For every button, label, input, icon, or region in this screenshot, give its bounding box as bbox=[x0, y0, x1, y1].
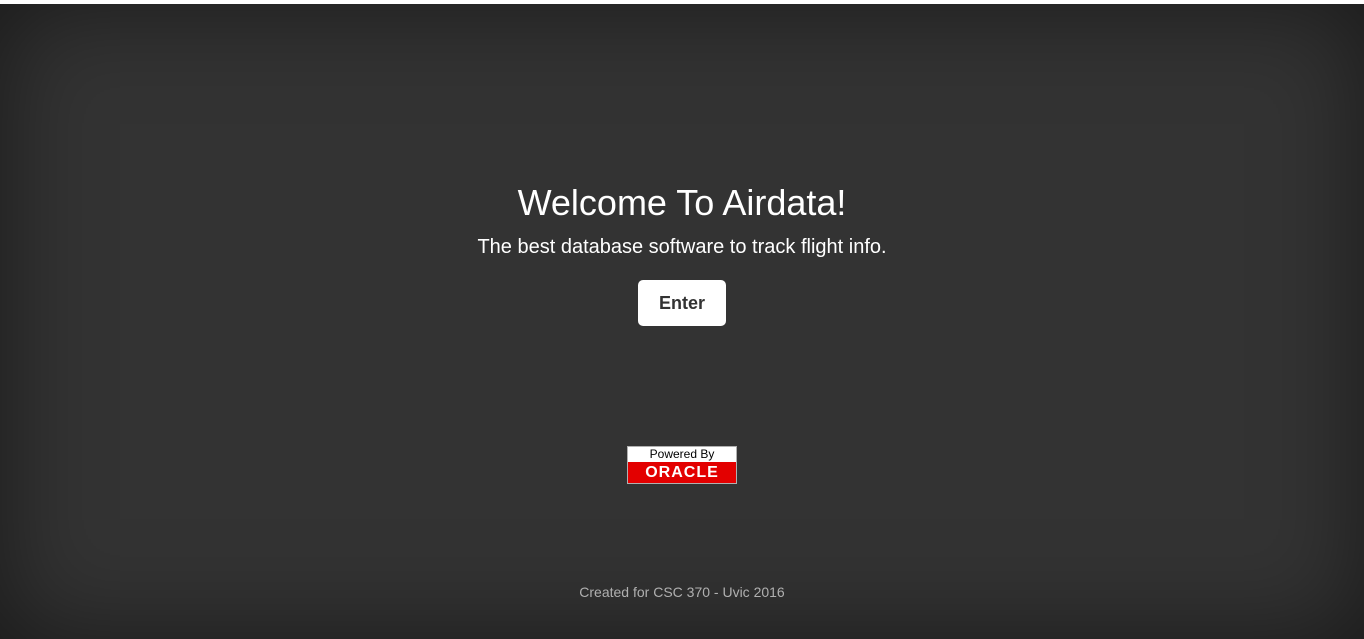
powered-by-oracle-badge: Powered By ORACLE bbox=[627, 446, 737, 484]
footer-credit: Created for CSC 370 - Uvic 2016 bbox=[579, 584, 785, 600]
page-title: Welcome To Airdata! bbox=[517, 182, 847, 223]
landing-page: Welcome To Airdata! The best database so… bbox=[0, 4, 1364, 639]
oracle-logo: ORACLE bbox=[628, 462, 736, 483]
enter-button[interactable]: Enter bbox=[638, 280, 726, 326]
powered-by-label: Powered By bbox=[628, 447, 736, 462]
page-subtitle: The best database software to track flig… bbox=[477, 236, 887, 258]
